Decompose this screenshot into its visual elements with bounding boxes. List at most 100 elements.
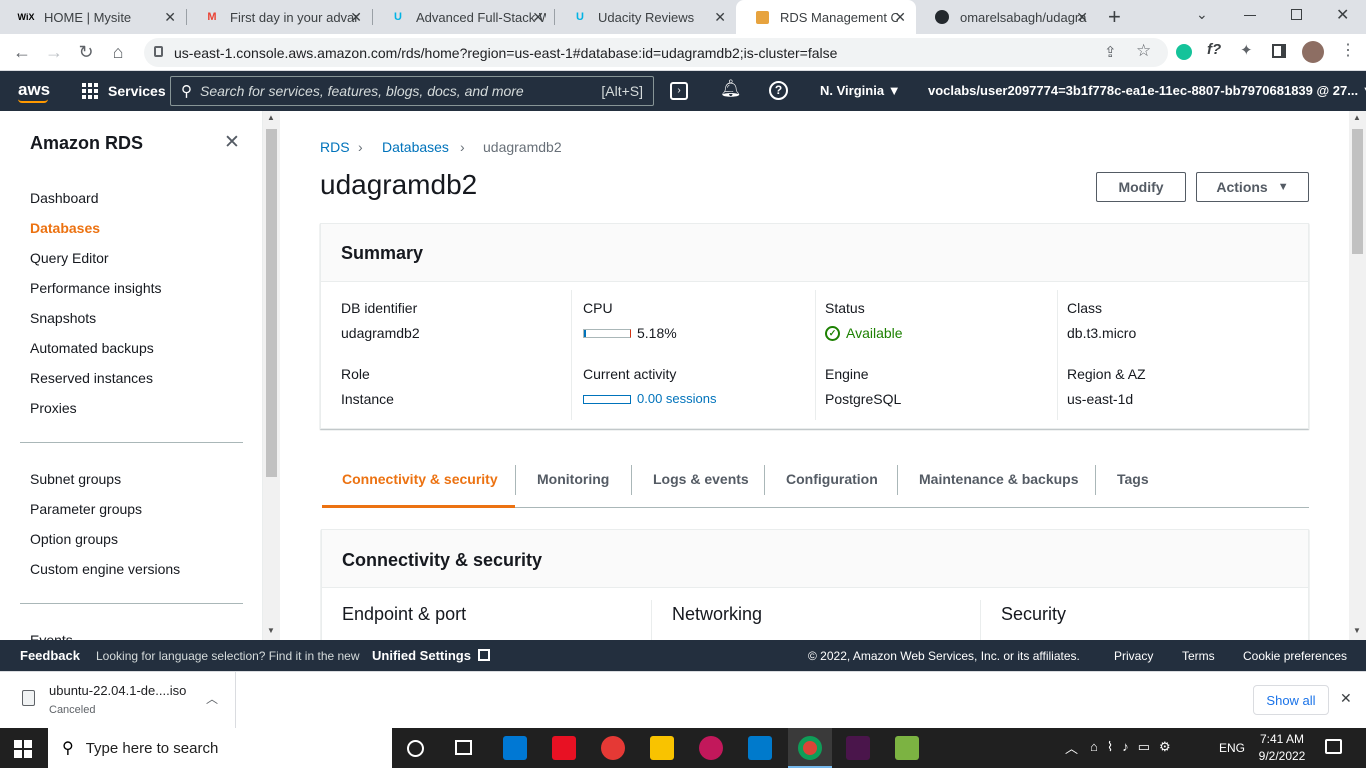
sidebar-item-custom-engine-versions[interactable]: Custom engine versions xyxy=(30,561,180,577)
region-selector[interactable]: N. Virginia ▼ xyxy=(820,83,901,98)
close-tab-icon[interactable]: ✕ xyxy=(894,9,906,26)
browser-tab[interactable]: U Advanced Full-Stack W ✕ xyxy=(372,0,554,34)
help-icon[interactable]: ? xyxy=(769,81,788,100)
system-tray-icons[interactable]: ⌂⌇♪▭⚙ xyxy=(1090,739,1180,755)
browser-tab[interactable]: M First day in your advar ✕ xyxy=(186,0,372,34)
bookmark-star-icon[interactable]: ☆ xyxy=(1136,41,1151,61)
close-tab-icon[interactable]: ✕ xyxy=(164,9,176,26)
sidebar-item-performance-insights[interactable]: Performance insights xyxy=(30,280,162,296)
formula-extension-icon[interactable]: f? xyxy=(1207,41,1221,58)
cortana-icon[interactable] xyxy=(407,740,424,757)
share-icon[interactable]: ⇪ xyxy=(1104,43,1117,61)
tab-maintenance-backups[interactable]: Maintenance & backups xyxy=(919,471,1079,487)
windows-start-icon[interactable] xyxy=(14,740,32,758)
scroll-down-icon[interactable]: ▼ xyxy=(267,626,275,635)
cookie-preferences-link[interactable]: Cookie preferences xyxy=(1243,649,1347,663)
tab-search-icon[interactable]: ⌄ xyxy=(1196,6,1208,23)
account-menu[interactable]: voclabs/user2097774=3b1f778c-ea1e-11ec-8… xyxy=(928,83,1366,98)
tab-tags[interactable]: Tags xyxy=(1117,471,1149,487)
screen-recorder-app-icon[interactable] xyxy=(552,736,576,760)
close-tab-icon[interactable]: ✕ xyxy=(714,9,726,26)
browser-tab-active[interactable]: RDS Management Co ✕ xyxy=(736,0,916,34)
chrome-taskbar-button[interactable] xyxy=(788,728,832,768)
scroll-up-icon[interactable]: ▲ xyxy=(1353,113,1361,122)
tab-logs-events[interactable]: Logs & events xyxy=(653,471,749,487)
scroll-down-icon[interactable]: ▼ xyxy=(1353,626,1361,635)
privacy-link[interactable]: Privacy xyxy=(1114,649,1153,663)
profile-avatar[interactable] xyxy=(1302,41,1324,63)
browser-tab[interactable]: omarelsabagh/udagra ✕ xyxy=(916,0,1098,34)
sidebar-item-reserved-instances[interactable]: Reserved instances xyxy=(30,370,153,386)
actions-button[interactable]: Actions ▼ xyxy=(1196,172,1309,202)
aws-search-input[interactable]: ⚲ Search for services, features, blogs, … xyxy=(170,76,654,106)
clock-time[interactable]: 7:41 AM xyxy=(1256,732,1308,746)
browser-menu-icon[interactable]: ⋮ xyxy=(1340,40,1356,60)
grammarly-extension-icon[interactable] xyxy=(1176,44,1192,60)
sidebar-item-query-editor[interactable]: Query Editor xyxy=(30,250,109,266)
close-tab-icon[interactable]: ✕ xyxy=(1076,9,1088,26)
slack-icon[interactable] xyxy=(846,736,870,760)
sidebar-item-parameter-groups[interactable]: Parameter groups xyxy=(30,501,142,517)
chevron-up-icon[interactable]: ︿ xyxy=(206,690,218,707)
language-indicator[interactable]: ENG xyxy=(1219,741,1245,755)
sidebar-item-automated-backups[interactable]: Automated backups xyxy=(30,340,154,356)
task-view-icon[interactable] xyxy=(455,740,472,755)
terms-link[interactable]: Terms xyxy=(1182,649,1215,663)
windows-taskbar: ⚲ Type here to search ︿ ⌂⌇♪▭⚙ ENG 7:41 A… xyxy=(0,728,1366,768)
home-icon[interactable]: ⌂ xyxy=(106,40,130,64)
mail-app-icon[interactable] xyxy=(503,736,527,760)
close-download-bar-icon[interactable]: ✕ xyxy=(1340,690,1352,707)
sidebar-item-snapshots[interactable]: Snapshots xyxy=(30,310,96,326)
breadcrumb-rds[interactable]: RDS xyxy=(320,139,350,155)
vscode-icon[interactable] xyxy=(748,736,772,760)
tomato-timer-app-icon[interactable] xyxy=(601,736,625,760)
close-tab-icon[interactable]: ✕ xyxy=(532,9,544,26)
scroll-up-icon[interactable]: ▲ xyxy=(267,113,275,122)
file-explorer-icon[interactable] xyxy=(650,736,674,760)
browser-tab[interactable]: WiX HOME | Mysite ✕ xyxy=(0,0,186,34)
tab-connectivity-security[interactable]: Connectivity & security xyxy=(342,471,498,487)
snipping-tool-icon[interactable] xyxy=(699,736,723,760)
browser-tab[interactable]: U Udacity Reviews ✕ xyxy=(554,0,736,34)
scrollbar-thumb[interactable] xyxy=(1352,129,1363,254)
close-sidebar-icon[interactable]: ✕ xyxy=(224,131,240,154)
services-menu[interactable]: Services xyxy=(82,71,166,111)
breadcrumb-databases[interactable]: Databases xyxy=(382,139,449,155)
notifications-bell-icon[interactable]: 🔔︎ xyxy=(720,79,742,99)
extensions-puzzle-icon[interactable]: ✦ xyxy=(1240,41,1253,59)
tab-configuration[interactable]: Configuration xyxy=(786,471,878,487)
sidebar-item-databases[interactable]: Databases xyxy=(30,220,100,236)
tab-monitoring[interactable]: Monitoring xyxy=(537,471,609,487)
back-icon[interactable]: ← xyxy=(10,40,34,64)
feedback-link[interactable]: Feedback xyxy=(20,648,80,663)
sidebar-scrollbar[interactable]: ▲ ▼ xyxy=(263,111,280,640)
aws-logo[interactable]: aws xyxy=(18,80,50,100)
show-all-button[interactable]: Show all xyxy=(1253,685,1329,715)
sidebar-item-proxies[interactable]: Proxies xyxy=(30,400,77,416)
show-hidden-icons-icon[interactable]: ︿ xyxy=(1065,738,1078,757)
activity-link[interactable]: 0.00 sessions xyxy=(637,391,717,406)
unified-settings-link[interactable]: Unified Settings xyxy=(372,648,490,663)
sidebar-item-subnet-groups[interactable]: Subnet groups xyxy=(30,471,121,487)
minimize-window-icon[interactable] xyxy=(1244,15,1256,16)
scrollbar-thumb[interactable] xyxy=(266,129,277,477)
maximize-window-icon[interactable] xyxy=(1291,9,1302,20)
close-window-icon[interactable]: ✕ xyxy=(1336,5,1349,25)
side-panel-icon[interactable] xyxy=(1272,44,1286,58)
cloudshell-icon[interactable]: › xyxy=(670,82,688,100)
clock-date[interactable]: 9/2/2022 xyxy=(1256,749,1308,763)
taskbar-search-input[interactable]: ⚲ Type here to search xyxy=(48,728,392,768)
main-scrollbar[interactable]: ▲ ▼ xyxy=(1349,111,1366,640)
close-tab-icon[interactable]: ✕ xyxy=(350,9,362,26)
reload-icon[interactable]: ↻ xyxy=(74,40,98,64)
wix-favicon-icon: WiX xyxy=(17,12,35,22)
url-bar[interactable]: us-east-1.console.aws.amazon.com/rds/hom… xyxy=(144,38,1168,67)
new-tab-button[interactable]: + xyxy=(1108,4,1121,30)
forward-icon[interactable]: → xyxy=(42,40,66,64)
sidebar-item-dashboard[interactable]: Dashboard xyxy=(30,190,99,206)
notification-center-icon[interactable] xyxy=(1325,739,1342,754)
git-gui-icon[interactable] xyxy=(895,736,919,760)
sidebar-item-option-groups[interactable]: Option groups xyxy=(30,531,118,547)
download-item[interactable]: ubuntu-22.04.1-de....iso Canceled ︿ xyxy=(0,672,236,728)
modify-button[interactable]: Modify xyxy=(1096,172,1186,202)
